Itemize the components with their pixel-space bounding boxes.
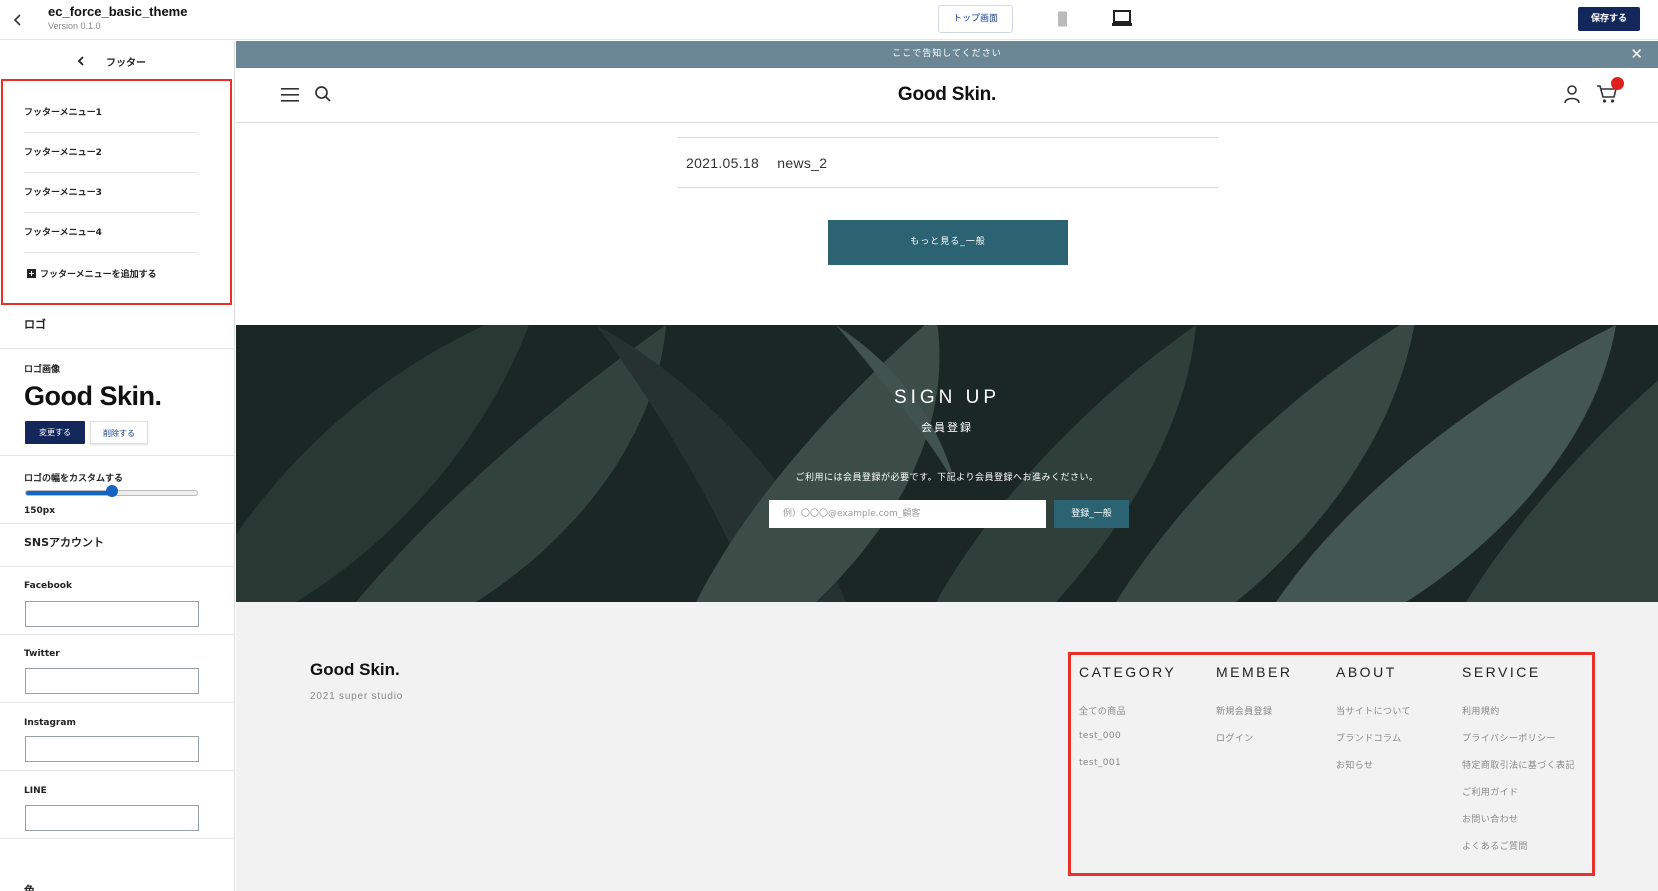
close-icon[interactable]: ✕ — [1630, 41, 1644, 68]
twitter-label: Twitter — [24, 649, 60, 659]
sidebar-header: フッター — [0, 41, 235, 81]
site-logo[interactable]: Good Skin. — [236, 84, 1658, 106]
news-date: 2021.05.18 — [686, 155, 760, 171]
user-account-icon[interactable] — [1563, 84, 1581, 104]
logo-section-title: ロゴ — [24, 318, 46, 331]
footer-column-category: CATEGORY 全ての商品 test_000 test_001 — [1079, 664, 1177, 768]
add-footer-menu-label: フッターメニューを追加する — [40, 270, 157, 280]
footer-link[interactable]: ログイン — [1216, 731, 1254, 744]
see-more-button[interactable]: もっと見る_一般 — [828, 220, 1068, 265]
instagram-input[interactable] — [25, 736, 199, 762]
facebook-input[interactable] — [25, 601, 199, 627]
back-chevron-icon[interactable] — [10, 12, 26, 28]
divider — [0, 455, 235, 456]
slider-fill — [26, 491, 112, 495]
footer-column-title: SERVICE — [1462, 664, 1541, 680]
footer-menu-item-3[interactable]: フッターメニュー3 — [24, 173, 198, 213]
desktop-preview-icon[interactable] — [1111, 9, 1133, 29]
footer-column-service: SERVICE 利用規約 プライバシーポリシー 特定商取引法に基づく表記 ご利用… — [1462, 664, 1574, 852]
footer-link[interactable]: プライバシーポリシー — [1462, 731, 1556, 744]
theme-name: ec_force_basic_theme — [48, 4, 188, 19]
logo-width-value: 150px — [24, 506, 56, 516]
save-button[interactable]: 保存する — [1578, 7, 1640, 31]
footer-column-title: MEMBER — [1216, 664, 1293, 680]
logo-width-label: ロゴの幅をカスタムする — [24, 474, 124, 484]
site-footer: Good Skin. 2021 super studio CATEGORY 全て… — [236, 602, 1658, 891]
footer-link[interactable]: test_001 — [1079, 758, 1121, 768]
theme-version: Version 0.1.0 — [48, 21, 101, 31]
news-item[interactable]: 2021.05.18 news_2 — [678, 138, 1218, 188]
footer-link[interactable]: 利用規約 — [1462, 704, 1500, 717]
cart-count-badge — [1611, 77, 1624, 90]
announcement-text: ここで告知してください — [892, 49, 1002, 59]
footer-menu-item-4[interactable]: フッターメニュー4 — [24, 213, 198, 253]
delete-logo-button[interactable]: 削除する — [90, 421, 148, 444]
site-header: Good Skin. — [236, 68, 1658, 123]
plus-icon: + — [27, 269, 36, 278]
divider — [0, 838, 235, 839]
site-preview: ここで告知してください ✕ Good Skin. 2021.05.18 news… — [236, 41, 1658, 891]
divider — [0, 770, 235, 771]
color-section-title: 色 — [24, 884, 35, 891]
leaves-background-image — [236, 325, 1658, 602]
logo-image-label: ロゴ画像 — [24, 365, 61, 375]
line-input[interactable] — [25, 805, 199, 831]
footer-column-title: CATEGORY — [1079, 664, 1177, 680]
divider — [0, 566, 235, 567]
signup-subtitle: 会員登録 — [921, 421, 973, 434]
divider — [0, 702, 235, 703]
twitter-input[interactable] — [25, 668, 199, 694]
divider — [0, 348, 235, 349]
footer-link[interactable]: ご利用ガイド — [1462, 785, 1518, 798]
footer-link[interactable]: 全ての商品 — [1079, 704, 1126, 717]
signup-title: SIGN UP — [893, 387, 1001, 408]
footer-link[interactable]: ブランドコラム — [1336, 731, 1402, 744]
footer-logo[interactable]: Good Skin. — [310, 660, 400, 680]
footer-link[interactable]: お問い合わせ — [1462, 812, 1518, 825]
divider — [0, 523, 235, 524]
footer-link[interactable]: よくあるご質問 — [1462, 839, 1528, 852]
register-button[interactable]: 登録_一般 — [1054, 500, 1129, 528]
footer-link[interactable]: 新規会員登録 — [1216, 704, 1272, 717]
top-bar: ec_force_basic_theme Version 0.1.0 トップ画面… — [0, 0, 1658, 40]
back-chevron-icon[interactable] — [76, 55, 86, 67]
facebook-label: Facebook — [24, 581, 72, 591]
email-input[interactable]: 例）〇〇〇@example.com_顧客 — [769, 500, 1046, 528]
footer-menu-item-1[interactable]: フッターメニュー1 — [24, 93, 198, 133]
footer-copyright: 2021 super studio — [310, 691, 404, 702]
instagram-label: Instagram — [24, 718, 76, 728]
sidebar-title: フッター — [106, 58, 146, 69]
footer-link[interactable]: お知らせ — [1336, 758, 1373, 771]
logo-image-preview: Good Skin. — [24, 381, 162, 411]
divider — [0, 634, 235, 635]
footer-menu-item-2[interactable]: フッターメニュー2 — [24, 133, 198, 173]
settings-sidebar: フッター フッターメニュー1 フッターメニュー2 フッターメニュー3 フッターメ… — [0, 41, 235, 891]
footer-column-title: ABOUT — [1336, 664, 1397, 680]
line-label: LINE — [24, 786, 47, 796]
footer-column-about: ABOUT 当サイトについて ブランドコラム お知らせ — [1336, 664, 1411, 771]
top-page-button[interactable]: トップ画面 — [938, 5, 1013, 33]
change-logo-button[interactable]: 変更する — [25, 421, 85, 444]
footer-link[interactable]: test_000 — [1079, 731, 1121, 741]
sns-section-title: SNSアカウント — [24, 536, 105, 549]
news-title: news_2 — [777, 155, 828, 171]
footer-column-member: MEMBER 新規会員登録 ログイン — [1216, 664, 1293, 744]
mobile-preview-icon[interactable] — [1057, 11, 1068, 27]
footer-link[interactable]: 当サイトについて — [1336, 704, 1411, 717]
add-footer-menu-button[interactable]: + フッターメニューを追加する — [27, 267, 157, 280]
footer-link[interactable]: 特定商取引法に基づく表記 — [1462, 758, 1575, 771]
signup-section: SIGN UP 会員登録 ご利用には会員登録が必要です。下記より会員登録へお進み… — [236, 325, 1658, 602]
announcement-bar: ここで告知してください ✕ — [236, 41, 1658, 68]
signup-description: ご利用には会員登録が必要です。下記より会員登録へお進みください。 — [795, 473, 1099, 483]
slider-thumb[interactable] — [105, 485, 118, 497]
